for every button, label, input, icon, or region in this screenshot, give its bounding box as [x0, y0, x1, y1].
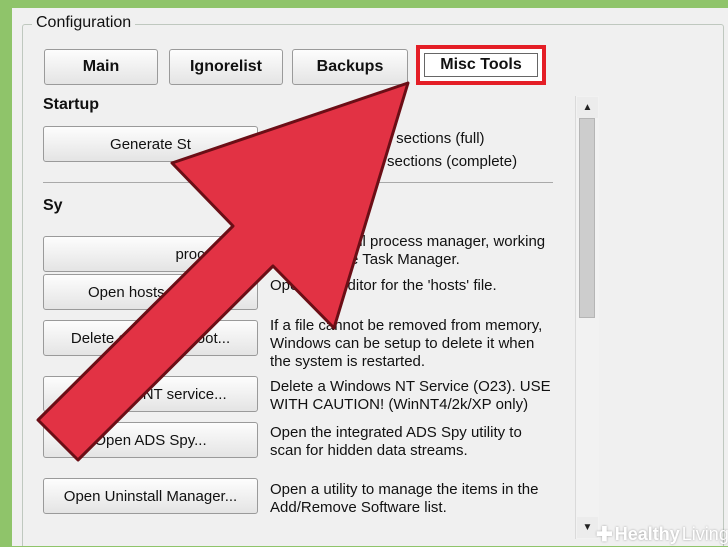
system-tools-section-title: Sy [43, 197, 63, 214]
tab-ignorelist[interactable]: Ignorelist [169, 49, 283, 85]
open-hosts-file-manager-button[interactable]: Open hosts file ma [43, 274, 258, 310]
ads-spy-description-line2: scan for hidden data streams. [270, 442, 468, 459]
tab-backups[interactable]: Backups [292, 49, 408, 85]
process-manager-description-line2: much like the Task Manager. [270, 251, 460, 268]
watermark-brand-bold: Healthy [614, 523, 680, 544]
open-process-manager-button[interactable]: process ma [43, 236, 258, 272]
process-manager-description-line1: Opens a small process manager, working [270, 233, 546, 250]
open-ads-spy-button[interactable]: Open ADS Spy... [43, 422, 258, 458]
watermark: ✚ Healthy Living [596, 522, 728, 546]
watermark-brand-light: Living [681, 523, 728, 544]
delete-file-description-line3: the system is restarted. [270, 353, 426, 370]
delete-file-description-line1: If a file cannot be removed from memory, [270, 317, 543, 334]
tab-main[interactable]: Main [44, 49, 158, 85]
scroll-up-icon[interactable]: ▲ [577, 97, 598, 118]
startup-section-title: Startup [43, 96, 99, 113]
cross-icon: ✚ [596, 523, 613, 546]
startup-option-complete: empty sections (complete) [342, 153, 518, 170]
delete-file-description-line2: Windows can be setup to delete it when [270, 335, 535, 352]
tab-misc-tools[interactable]: Misc Tools [424, 53, 538, 77]
delete-nt-service-button[interactable]: Delete an NT service... [43, 376, 258, 412]
generate-startup-list-button[interactable]: Generate St [43, 126, 258, 162]
vertical-scrollbar[interactable]: ▲ ▼ [575, 96, 599, 539]
uninstall-manager-description-line1: Open a utility to manage the items in th… [270, 481, 539, 498]
open-uninstall-manager-button[interactable]: Open Uninstall Manager... [43, 478, 258, 514]
tab-misc-tools-highlight: Misc Tools [416, 45, 546, 85]
ads-spy-description-line1: Open the integrated ADS Spy utility to [270, 424, 522, 441]
startup-option-full: o minor sections (full) [342, 130, 485, 147]
delete-file-on-reboot-button[interactable]: Delete a file on reboot... [43, 320, 258, 356]
scroll-down-icon[interactable]: ▼ [577, 517, 598, 538]
groupbox-title: Configuration [32, 14, 136, 32]
scrollbar-thumb[interactable] [579, 118, 595, 318]
main-window: Configuration Main Ignorelist Backups Mi… [12, 8, 728, 546]
nt-service-description-line2: WITH CAUTION! (WinNT4/2k/XP only) [270, 396, 529, 413]
uninstall-manager-description-line2: Add/Remove Software list. [270, 499, 447, 516]
hosts-file-description: Opens an editor for the 'hosts' file. [270, 277, 497, 294]
nt-service-description-line1: Delete a Windows NT Service (O23). USE [270, 378, 551, 395]
separator [43, 182, 553, 183]
